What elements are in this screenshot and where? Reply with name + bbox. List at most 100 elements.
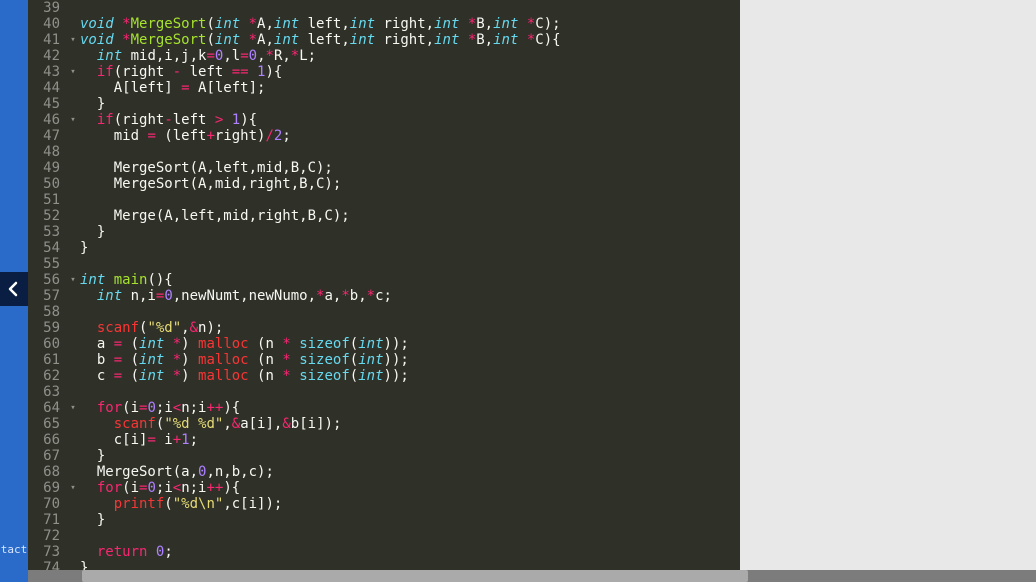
fold-gutter-cell <box>66 448 80 464</box>
code-line[interactable]: if(right-left > 1){ <box>80 112 740 128</box>
horizontal-scrollbar-thumb[interactable] <box>82 570 748 582</box>
code-line[interactable]: int main(){ <box>80 272 740 288</box>
code-line[interactable]: } <box>80 240 740 256</box>
fold-gutter-cell <box>66 320 80 336</box>
fold-gutter-cell <box>66 512 80 528</box>
code-line[interactable] <box>80 528 740 544</box>
line-number: 45 <box>28 96 60 112</box>
code-line[interactable]: int mid,i,j,k=0,l=0,*R,*L; <box>80 48 740 64</box>
line-number: 68 <box>28 464 60 480</box>
line-number: 54 <box>28 240 60 256</box>
code-line[interactable]: } <box>80 96 740 112</box>
fold-gutter-cell <box>66 464 80 480</box>
code-line[interactable]: Merge(A,left,mid,right,B,C); <box>80 208 740 224</box>
line-number: 60 <box>28 336 60 352</box>
fold-gutter-cell <box>66 240 80 256</box>
fold-gutter-cell <box>66 48 80 64</box>
code-line[interactable]: for(i=0;i<n;i++){ <box>80 480 740 496</box>
fold-gutter-cell <box>66 416 80 432</box>
code-line[interactable]: void *MergeSort(int *A,int left,int righ… <box>80 16 740 32</box>
fold-toggle[interactable]: ▾ <box>66 272 80 288</box>
fold-toggle[interactable]: ▾ <box>66 112 80 128</box>
line-number: 69 <box>28 480 60 496</box>
horizontal-scrollbar[interactable] <box>28 570 1036 582</box>
code-line[interactable]: mid = (left+right)/2; <box>80 128 740 144</box>
line-number: 55 <box>28 256 60 272</box>
line-number: 66 <box>28 432 60 448</box>
fold-toggle[interactable]: ▾ <box>66 400 80 416</box>
code-line[interactable]: a = (int *) malloc (n * sizeof(int)); <box>80 336 740 352</box>
fold-gutter-cell <box>66 384 80 400</box>
line-number: 57 <box>28 288 60 304</box>
fold-toggle[interactable]: ▾ <box>66 32 80 48</box>
line-number: 64 <box>28 400 60 416</box>
fold-gutter-cell <box>66 432 80 448</box>
code-line[interactable] <box>80 0 740 16</box>
sidebar-collapse-button[interactable] <box>0 272 28 306</box>
code-line[interactable]: if(right - left == 1){ <box>80 64 740 80</box>
line-number: 59 <box>28 320 60 336</box>
editor-area: 3940414243444546474849505152535455565758… <box>28 0 1036 582</box>
code-line[interactable]: b = (int *) malloc (n * sizeof(int)); <box>80 352 740 368</box>
code-line[interactable]: A[left] = A[left]; <box>80 80 740 96</box>
code-line[interactable]: } <box>80 224 740 240</box>
fold-gutter-cell <box>66 192 80 208</box>
line-number: 46 <box>28 112 60 128</box>
code-line[interactable] <box>80 256 740 272</box>
line-number: 51 <box>28 192 60 208</box>
line-number: 39 <box>28 0 60 16</box>
code-line[interactable] <box>80 304 740 320</box>
fold-gutter-cell <box>66 528 80 544</box>
line-number: 56 <box>28 272 60 288</box>
right-blank-panel <box>740 0 1036 582</box>
line-number: 67 <box>28 448 60 464</box>
code-line[interactable]: for(i=0;i<n;i++){ <box>80 400 740 416</box>
code-line[interactable]: } <box>80 448 740 464</box>
fold-toggle[interactable]: ▾ <box>66 480 80 496</box>
sidebar-tact-label: tact <box>0 542 28 558</box>
code-line[interactable]: return 0; <box>80 544 740 560</box>
line-number: 70 <box>28 496 60 512</box>
fold-gutter-cell <box>66 128 80 144</box>
fold-gutter-cell <box>66 144 80 160</box>
code-line[interactable]: } <box>80 512 740 528</box>
line-number: 62 <box>28 368 60 384</box>
line-number: 40 <box>28 16 60 32</box>
line-number: 71 <box>28 512 60 528</box>
fold-gutter-cell <box>66 256 80 272</box>
fold-gutter-cell <box>66 80 80 96</box>
fold-gutter-cell <box>66 496 80 512</box>
code-line[interactable] <box>80 144 740 160</box>
code-line[interactable]: c[i]= i+1; <box>80 432 740 448</box>
viewport-root: tact 39404142434445464748495051525354555… <box>0 0 1036 582</box>
fold-gutter-cell <box>66 224 80 240</box>
fold-toggle[interactable]: ▾ <box>66 64 80 80</box>
fold-gutter-cell <box>66 368 80 384</box>
fold-gutter-cell <box>66 336 80 352</box>
line-number: 52 <box>28 208 60 224</box>
code-editor[interactable]: void *MergeSort(int *A,int left,int righ… <box>80 0 740 582</box>
line-number: 49 <box>28 160 60 176</box>
line-number: 43 <box>28 64 60 80</box>
line-number: 50 <box>28 176 60 192</box>
line-number: 72 <box>28 528 60 544</box>
code-line[interactable] <box>80 192 740 208</box>
code-line[interactable]: scanf("%d",&n); <box>80 320 740 336</box>
line-number: 58 <box>28 304 60 320</box>
code-line[interactable]: scanf("%d %d",&a[i],&b[i]); <box>80 416 740 432</box>
code-line[interactable]: int n,i=0,newNumt,newNumo,*a,*b,*c; <box>80 288 740 304</box>
fold-gutter-cell <box>66 304 80 320</box>
code-line[interactable]: void *MergeSort(int *A,int left,int righ… <box>80 32 740 48</box>
code-line[interactable]: MergeSort(a,0,n,b,c); <box>80 464 740 480</box>
chevron-left-icon <box>6 281 22 297</box>
line-number: 47 <box>28 128 60 144</box>
code-line[interactable]: c = (int *) malloc (n * sizeof(int)); <box>80 368 740 384</box>
fold-gutter-cell <box>66 544 80 560</box>
code-line[interactable]: MergeSort(A,left,mid,B,C); <box>80 160 740 176</box>
code-line[interactable]: MergeSort(A,mid,right,B,C); <box>80 176 740 192</box>
fold-gutter-cell <box>66 288 80 304</box>
code-line[interactable] <box>80 384 740 400</box>
fold-gutter-cell <box>66 160 80 176</box>
line-number: 53 <box>28 224 60 240</box>
code-line[interactable]: printf("%d\n",c[i]); <box>80 496 740 512</box>
